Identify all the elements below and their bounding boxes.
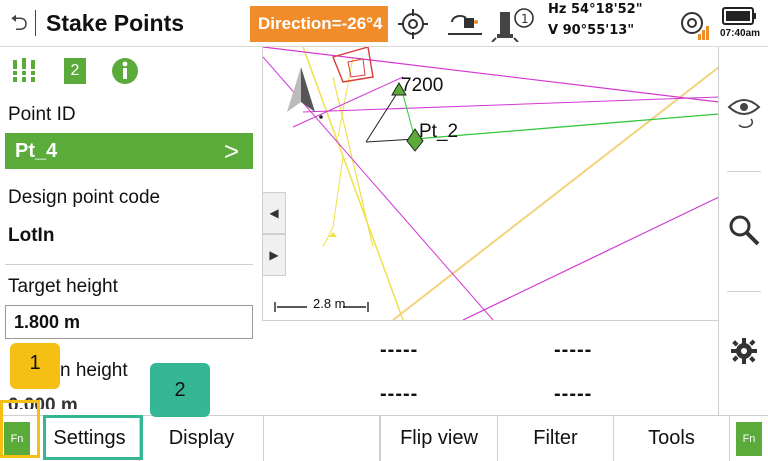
direction-readout: Direction=-26°4: [250, 6, 388, 42]
target-icon[interactable]: [396, 8, 430, 40]
point-id-selector[interactable]: Pt_4 >: [5, 133, 253, 169]
fn-right-button[interactable]: Fn: [736, 422, 762, 456]
page-title: Stake Points: [46, 10, 185, 36]
map-view[interactable]: 7200 Pt_2 2.8 m: [262, 47, 719, 320]
connection-icon[interactable]: [676, 8, 712, 42]
divider: [5, 264, 253, 265]
flip-view-button[interactable]: Flip view: [380, 416, 498, 461]
filter-button[interactable]: Filter: [498, 416, 614, 461]
readout-value: -----: [554, 339, 593, 361]
map-canvas[interactable]: [263, 47, 719, 320]
tools-button[interactable]: Tools: [614, 416, 730, 461]
settings-highlight: [43, 415, 143, 460]
target-height-label: Target height: [8, 276, 118, 297]
map-point-label-pt2: Pt_2: [419, 121, 459, 142]
readout-value: -----: [380, 383, 419, 405]
view-refresh-icon[interactable]: [727, 95, 763, 129]
instrument-icon[interactable]: 1: [490, 4, 536, 42]
page-number: 2: [70, 62, 80, 79]
map-point-label-7200: 7200: [401, 75, 444, 96]
prism-icon[interactable]: [446, 8, 484, 40]
clock-time: 07:40am: [720, 28, 761, 39]
readout-value: -----: [554, 383, 593, 405]
gear-icon[interactable]: [730, 337, 758, 365]
scale-label: 2.8 m: [313, 296, 346, 311]
map-tools-column: [718, 47, 768, 415]
point-id-label: Point ID: [8, 104, 76, 125]
display-button[interactable]: Display: [140, 416, 264, 461]
readout-value: -----: [380, 339, 419, 361]
title-bar: ⮌ Stake Points Direction=-26°4 1 Hz 54°1…: [0, 0, 768, 47]
design-code-value: LotIn: [8, 225, 55, 246]
battery-icon: [722, 7, 756, 25]
back-arrow-icon[interactable]: ⮌: [6, 8, 32, 38]
point-id-value: Pt_4: [15, 140, 58, 162]
staking-icon[interactable]: [10, 56, 42, 86]
empty-softkey[interactable]: [264, 416, 380, 461]
fn-highlight: [0, 400, 40, 458]
pan-right-button[interactable]: ▶: [262, 234, 286, 276]
annotation-badge-2: 2: [150, 363, 210, 417]
hz-angle: Hz 54°18'52": [548, 2, 643, 17]
page-2-icon[interactable]: 2: [64, 58, 86, 84]
header-divider: [35, 10, 36, 36]
v-angle: V 90°55'13": [548, 23, 635, 38]
chevron-right-icon: >: [223, 136, 239, 166]
pan-left-button[interactable]: ◀: [262, 192, 286, 234]
search-icon[interactable]: [727, 213, 761, 247]
annotation-badge-1: 1: [10, 343, 60, 389]
stakeout-readout: ----- ----- ----- -----: [262, 320, 718, 416]
target-height-input[interactable]: 1.800 m: [5, 305, 253, 339]
info-icon[interactable]: [110, 56, 140, 86]
design-code-label: Design point code: [8, 187, 161, 208]
antenna-height-label: n height: [60, 360, 128, 381]
svg-text:1: 1: [521, 12, 529, 26]
